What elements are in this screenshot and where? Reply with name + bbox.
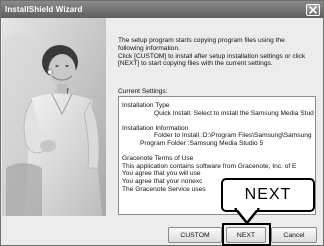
- window-title: InstallShield Wizard: [5, 5, 83, 14]
- installation-info-group: Installation Information Folder to Insta…: [122, 125, 315, 148]
- intro-text: The setup program starts copying program…: [118, 37, 318, 68]
- gracenote-line-1: This application contains software from …: [122, 162, 297, 170]
- cancel-button[interactable]: Cancel: [271, 227, 317, 243]
- custom-button[interactable]: CUSTOM: [168, 227, 222, 243]
- close-button[interactable]: [306, 3, 320, 16]
- installation-type-value: Quick Install: Select to install the Sam…: [154, 109, 314, 117]
- intro-line-4: [NEXT] to start copying files with the c…: [118, 60, 273, 68]
- next-button-highlight: [222, 223, 271, 246]
- install-folder-value: Folder to Install :D:\Program Files\Sams…: [154, 132, 312, 140]
- title-bar[interactable]: InstallShield Wizard: [1, 1, 323, 18]
- gracenote-heading: Gracenote Terms of Use: [122, 155, 194, 163]
- wizard-side-photo: [2, 18, 106, 216]
- callout-label: NEXT: [244, 186, 292, 203]
- program-folder-value: Program Folder :Samsung Media Studio 5: [140, 139, 264, 147]
- intro-line-2: following information.: [118, 44, 180, 52]
- installation-info-heading: Installation Information: [122, 124, 189, 132]
- current-settings-label: Current Settings:: [118, 88, 168, 95]
- installation-type-heading: Installation Type: [122, 102, 170, 109]
- close-icon: [309, 5, 317, 14]
- intro-line-3: Click [CUSTOM] to install after setup in…: [118, 52, 306, 60]
- installshield-wizard-window: InstallShield Wizard The setup program s…: [0, 0, 324, 246]
- intro-line-1: The setup program starts copying program…: [118, 37, 285, 44]
- installation-type-group: Installation Type Quick Install: Select …: [122, 102, 315, 117]
- next-callout: NEXT: [221, 178, 315, 212]
- gracenote-line-2: You agree that you will use: [122, 170, 201, 178]
